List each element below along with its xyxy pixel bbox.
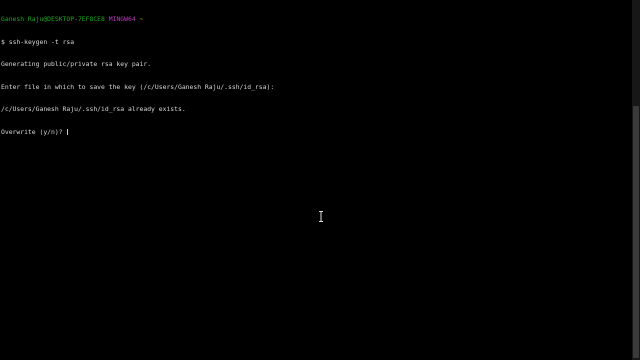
ibeam-cursor-icon xyxy=(319,211,323,222)
prompt-path: ~ xyxy=(139,15,144,23)
prompt-shell: MINGW64 xyxy=(108,15,136,23)
scrollbar-thumb[interactable] xyxy=(633,106,639,358)
text-cursor xyxy=(67,128,69,135)
output-line-3: /c/Users/Ganesh Raju/.ssh/id_rsa already… xyxy=(1,105,186,113)
terminal-output[interactable]: Ganesh Raju@DESKTOP-7EF8CE8 MINGW64 ~ $ … xyxy=(1,1,629,151)
output-line-1: Generating public/private rsa key pair. xyxy=(1,60,152,68)
prompt-user-host: Ganesh Raju@DESKTOP-7EF8CE8 xyxy=(1,15,105,23)
vertical-scrollbar[interactable] xyxy=(632,0,640,360)
prompt-symbol: $ xyxy=(1,37,5,46)
prompt-line: Ganesh Raju@DESKTOP-7EF8CE8 MINGW64 ~ xyxy=(1,15,629,24)
input-line[interactable]: Overwrite (y/n)? xyxy=(1,127,629,137)
overwrite-prompt: Overwrite (y/n)? xyxy=(1,127,67,136)
command-text: ssh-keygen -t rsa xyxy=(8,37,75,46)
output-line-2: Enter file in which to save the key (/c/… xyxy=(1,82,275,91)
command-line: $ ssh-keygen -t rsa xyxy=(1,37,629,47)
terminal-window[interactable]: Ganesh Raju@DESKTOP-7EF8CE8 MINGW64 ~ $ … xyxy=(0,0,640,360)
